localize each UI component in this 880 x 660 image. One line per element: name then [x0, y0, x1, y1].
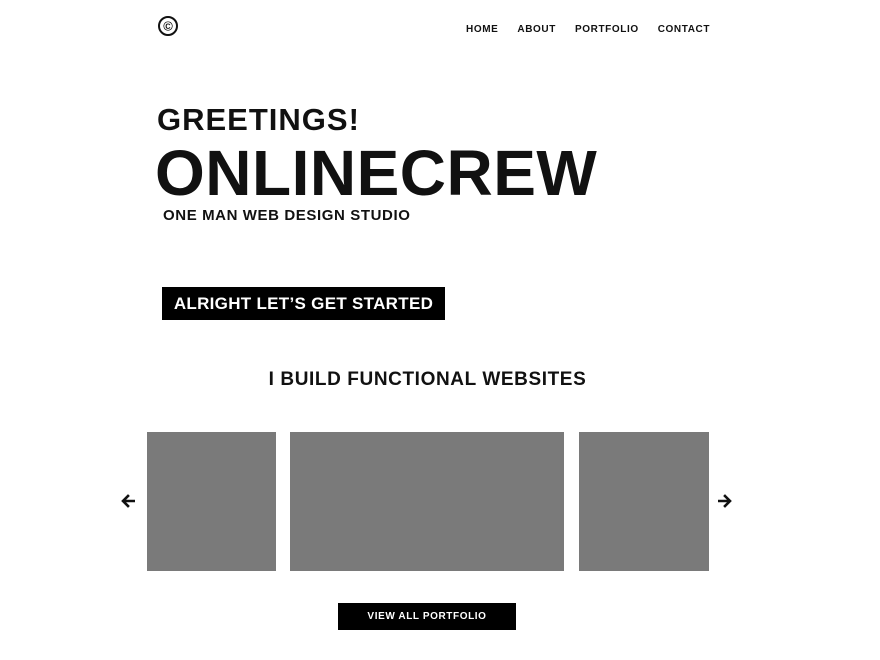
carousel-next-button[interactable] — [717, 492, 733, 510]
logo-glyph: © — [163, 18, 173, 33]
hero-greeting: GREETINGS! — [157, 102, 360, 137]
logo-icon[interactable]: © — [158, 16, 178, 36]
portfolio-slide-1[interactable] — [147, 432, 276, 571]
nav-contact[interactable]: CONTACT — [658, 24, 710, 36]
hero-brand-title: ONLINECREW — [155, 137, 598, 209]
main-nav: HOME ABOUT PORTFOLIO CONTACT — [466, 24, 710, 36]
arrow-left-icon — [121, 494, 135, 508]
nav-home[interactable]: HOME — [466, 24, 498, 36]
nav-about[interactable]: ABOUT — [517, 24, 556, 36]
arrow-right-icon — [718, 494, 732, 508]
hero-tagline: ONE MAN WEB DESIGN STUDIO — [163, 207, 411, 224]
nav-portfolio[interactable]: PORTFOLIO — [575, 24, 639, 36]
portfolio-slide-2[interactable] — [290, 432, 564, 571]
portfolio-heading: I BUILD FUNCTIONAL WEBSITES — [268, 369, 587, 390]
page: © HOME ABOUT PORTFOLIO CONTACT GREETINGS… — [0, 0, 880, 660]
view-all-portfolio-button[interactable]: VIEW ALL PORTFOLIO — [338, 603, 516, 630]
portfolio-slide-3[interactable] — [579, 432, 709, 571]
get-started-button[interactable]: ALRIGHT LET’S GET STARTED — [162, 287, 445, 320]
carousel-prev-button[interactable] — [120, 492, 136, 510]
